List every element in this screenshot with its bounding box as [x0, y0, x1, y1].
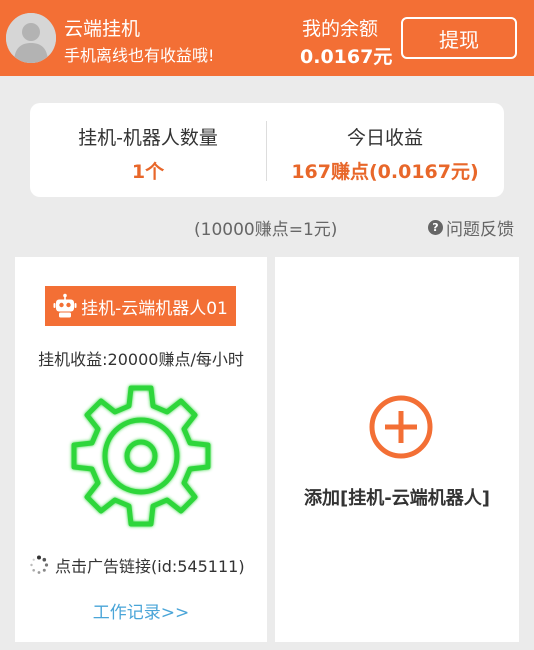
today-earnings-stat: 今日收益 167赚点(0.0167元) — [267, 103, 503, 197]
feedback-link[interactable]: ? 问题反馈 — [428, 215, 514, 240]
app-subtitle: 手机离线也有收益哦! — [64, 46, 215, 65]
add-robot-card[interactable]: 添加[挂机-云端机器人] — [275, 257, 519, 642]
plus-circle-icon[interactable] — [368, 394, 434, 460]
balance-label: 我的余额 — [302, 18, 379, 40]
balance-value: 0.0167元 — [300, 46, 393, 68]
avatar-silhouette-icon — [6, 13, 56, 63]
loading-spinner-icon — [30, 555, 49, 574]
robot-count-label: 挂机-机器人数量 — [78, 127, 218, 149]
withdraw-button[interactable]: 提现 — [401, 17, 517, 59]
stats-card: 挂机-机器人数量 1个 今日收益 167赚点(0.0167元) — [30, 103, 504, 197]
feedback-label: 问题反馈 — [446, 220, 514, 240]
robot-card[interactable]: 挂机-云端机器人01 挂机收益:20000赚点/每小时 点击广告链接(id:54… — [15, 257, 267, 642]
ad-link[interactable]: 点击广告链接(id:545111) — [29, 553, 245, 577]
robot-count-stat: 挂机-机器人数量 1个 — [30, 103, 266, 197]
avatar[interactable] — [6, 13, 56, 63]
robot-count-value: 1个 — [131, 161, 165, 183]
robot-icon — [53, 293, 77, 318]
robot-rate: 挂机收益:20000赚点/每小时 — [38, 350, 244, 369]
robot-name-tag: 挂机-云端机器人01 — [45, 286, 236, 326]
add-robot-label: 添加[挂机-云端机器人] — [304, 488, 490, 509]
today-earnings-value: 167赚点(0.0167元) — [291, 161, 479, 183]
question-icon: ? — [428, 220, 443, 235]
work-record-link[interactable]: 工作记录>> — [15, 598, 267, 623]
ad-link-label: 点击广告链接(id:545111) — [55, 557, 245, 576]
gear-icon — [65, 382, 217, 534]
top-header: 云端挂机 手机离线也有收益哦! 我的余额 0.0167元 提现 — [0, 0, 534, 76]
today-earnings-label: 今日收益 — [346, 127, 423, 149]
exchange-rate-note: (10000赚点=1元) — [194, 220, 338, 240]
robot-name: 挂机-云端机器人01 — [81, 298, 228, 319]
app-title: 云端挂机 — [64, 18, 141, 40]
